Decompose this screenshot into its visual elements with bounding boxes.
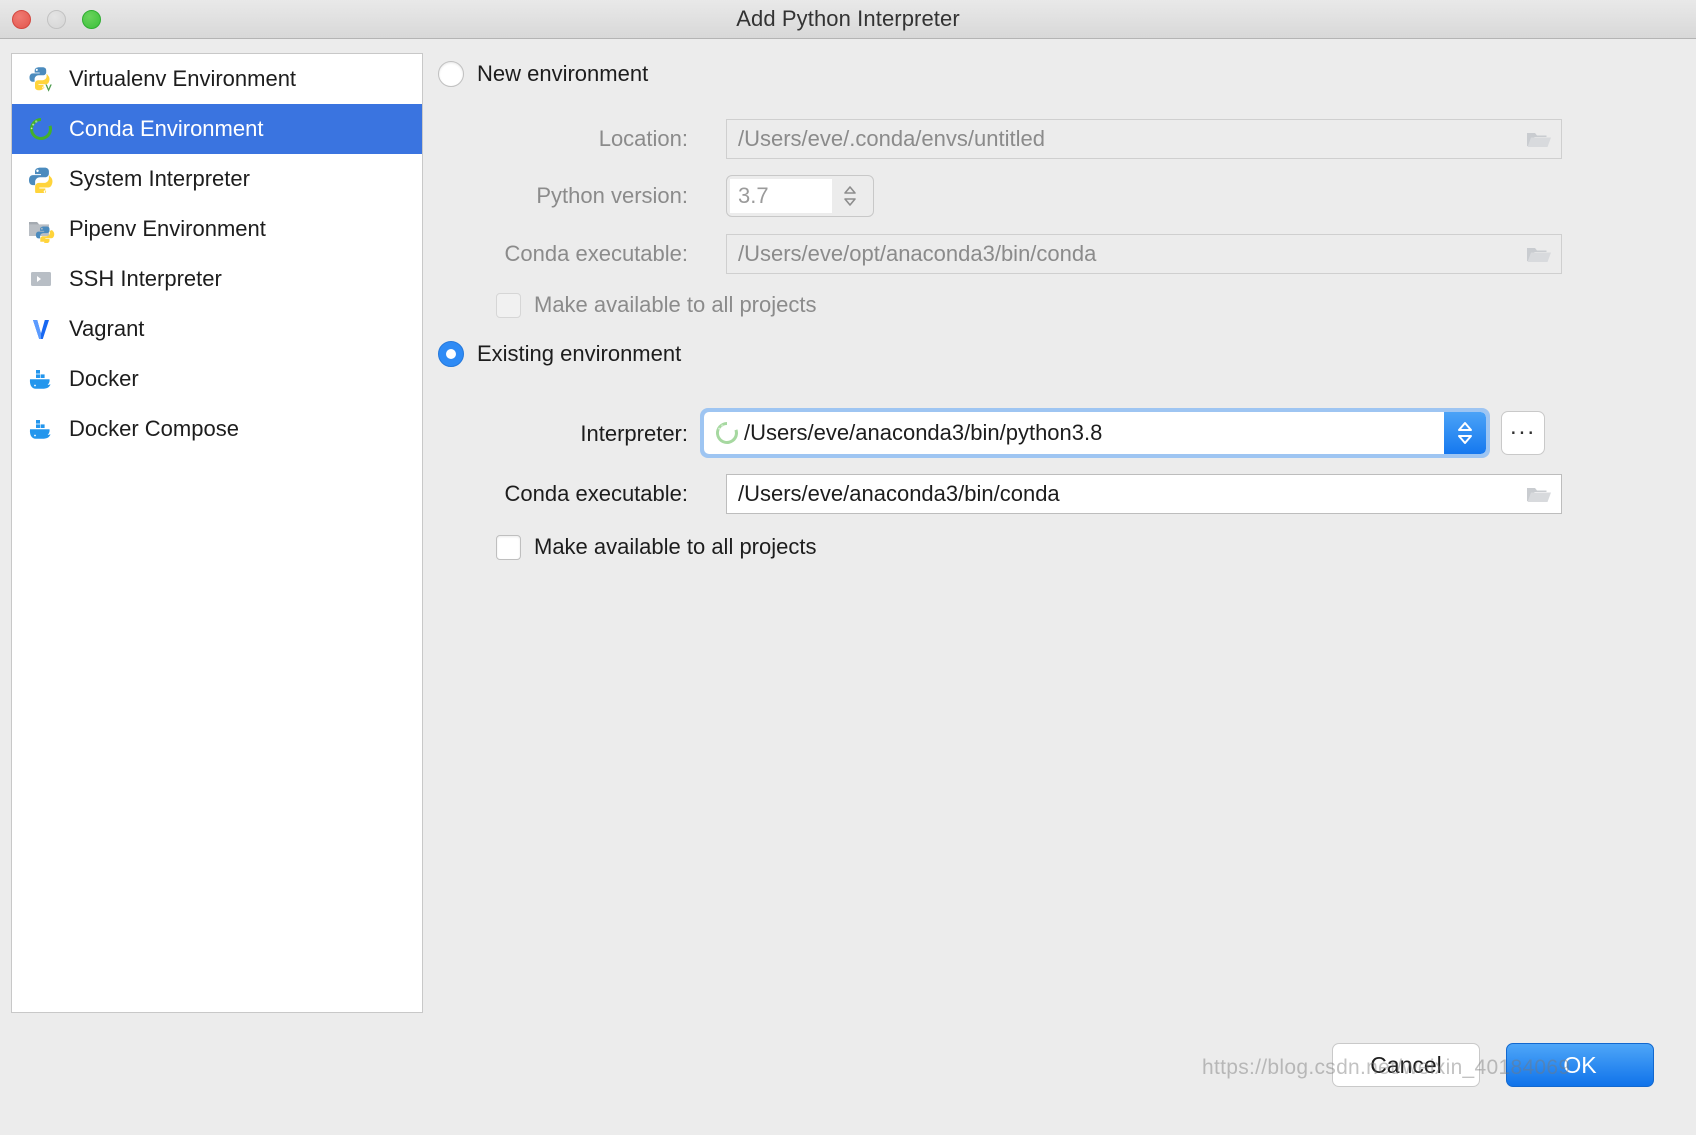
python-icon <box>26 164 56 194</box>
new-location-row: Location: /Users/eve/.conda/envs/untitle… <box>462 119 1684 159</box>
new-location-value: /Users/eve/.conda/envs/untitled <box>738 126 1045 151</box>
updown-chevron-icon <box>832 183 868 209</box>
watermark-text: https://blog.csdn.net/weixin_40184069 <box>1202 1056 1571 1079</box>
existing-environment-label: Existing environment <box>477 341 682 366</box>
existing-make-available-row[interactable]: Make available to all projects <box>496 534 816 560</box>
new-make-available-row: Make available to all projects <box>496 292 816 318</box>
ssh-terminal-icon <box>26 264 56 294</box>
interpreter-label: Interpreter: <box>580 421 688 446</box>
new-location-label: Location: <box>598 126 688 151</box>
interpreter-combo-focus-ring: /Users/eve/anaconda3/bin/python3.8 <box>700 408 1490 458</box>
folder-icon <box>1526 245 1552 265</box>
existing-conda-executable-value: /Users/eve/anaconda3/bin/conda <box>738 481 1060 506</box>
window-title-bar: Add Python Interpreter <box>0 0 1696 39</box>
sidebar-item-system-interpreter[interactable]: System Interpreter <box>12 154 422 204</box>
docker-compose-icon <box>26 414 56 444</box>
docker-icon <box>26 364 56 394</box>
vagrant-icon <box>26 314 56 344</box>
new-python-version-spinner: 3.7 <box>726 175 874 217</box>
dialog-content: Virtualenv Environment Conda Environment <box>0 39 1696 1096</box>
sidebar-item-vagrant[interactable]: Vagrant <box>12 304 422 354</box>
pipenv-folder-icon <box>26 214 56 244</box>
existing-environment-radio-row[interactable]: Existing environment <box>438 341 681 367</box>
sidebar-item-pipenv-environment[interactable]: Pipenv Environment <box>12 204 422 254</box>
sidebar-item-docker-compose[interactable]: Docker Compose <box>12 404 422 454</box>
folder-icon[interactable] <box>1526 485 1552 505</box>
existing-make-available-checkbox[interactable] <box>496 534 521 560</box>
sidebar-item-docker[interactable]: Docker <box>12 354 422 404</box>
new-make-available-label: Make available to all projects <box>534 292 817 317</box>
interpreter-value: /Users/eve/anaconda3/bin/python3.8 <box>744 420 1103 445</box>
existing-make-available-label: Make available to all projects <box>534 534 817 559</box>
existing-conda-executable-row[interactable]: Conda executable: /Users/eve/anaconda3/b… <box>462 474 1684 514</box>
new-python-version-value: 3.7 <box>730 179 832 213</box>
folder-icon <box>1526 130 1552 150</box>
sidebar-item-label: System Interpreter <box>69 166 250 191</box>
python-virtualenv-icon <box>26 64 56 94</box>
interpreter-browse-button[interactable]: ... <box>1501 411 1545 455</box>
new-python-version-label: Python version: <box>536 183 688 208</box>
interpreter-type-list[interactable]: Virtualenv Environment Conda Environment <box>11 53 423 1013</box>
sidebar-item-label: Docker <box>69 366 139 391</box>
new-conda-executable-value: /Users/eve/opt/anaconda3/bin/conda <box>738 241 1097 266</box>
new-conda-executable-input: /Users/eve/opt/anaconda3/bin/conda <box>726 234 1562 274</box>
conda-icon <box>714 420 740 446</box>
sidebar-item-ssh-interpreter[interactable]: SSH Interpreter <box>12 254 422 304</box>
new-environment-radio[interactable] <box>438 61 464 87</box>
interpreter-row: Interpreter: <box>462 414 688 454</box>
new-python-version-row: Python version: 3.7 <box>462 175 874 217</box>
interpreter-settings-panel: New environment Location: /Users/eve/.co… <box>438 53 1684 1013</box>
new-environment-radio-row[interactable]: New environment <box>438 61 648 87</box>
new-make-available-checkbox <box>496 292 521 318</box>
sidebar-item-label: Conda Environment <box>69 116 264 141</box>
sidebar-item-label: Virtualenv Environment <box>69 66 297 91</box>
new-environment-label: New environment <box>477 61 649 86</box>
window-title: Add Python Interpreter <box>736 6 960 31</box>
existing-conda-executable-label: Conda executable: <box>504 481 688 506</box>
new-conda-executable-row: Conda executable: /Users/eve/opt/anacond… <box>462 234 1684 274</box>
sidebar-item-label: SSH Interpreter <box>69 266 222 291</box>
sidebar-item-conda-environment[interactable]: Conda Environment <box>12 104 422 154</box>
updown-chevron-icon[interactable] <box>1444 412 1486 454</box>
sidebar-item-label: Vagrant <box>69 316 145 341</box>
new-location-input: /Users/eve/.conda/envs/untitled <box>726 119 1562 159</box>
sidebar-item-label: Docker Compose <box>69 416 239 441</box>
existing-conda-executable-input[interactable]: /Users/eve/anaconda3/bin/conda <box>726 474 1562 514</box>
existing-environment-radio[interactable] <box>438 341 464 367</box>
new-conda-executable-label: Conda executable: <box>504 241 688 266</box>
interpreter-combo[interactable]: /Users/eve/anaconda3/bin/python3.8 <box>704 412 1486 454</box>
sidebar-item-label: Pipenv Environment <box>69 216 266 241</box>
conda-icon <box>26 114 56 144</box>
sidebar-item-virtualenv-environment[interactable]: Virtualenv Environment <box>12 54 422 104</box>
